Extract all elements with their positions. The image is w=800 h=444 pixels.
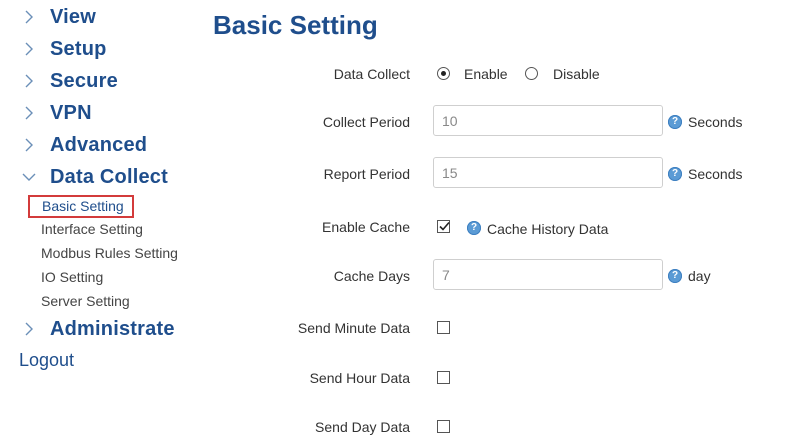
subnav-item-io-setting[interactable]: IO Setting (41, 268, 103, 286)
subnav-item-basic-setting[interactable]: Basic Setting (28, 195, 134, 218)
nav-item-data-collect[interactable]: Data Collect (20, 163, 168, 191)
help-icon[interactable]: ? (467, 221, 481, 235)
chevron-right-icon (20, 40, 38, 58)
cache-days-input[interactable] (433, 259, 663, 290)
nav-item-view[interactable]: View (20, 3, 96, 31)
disable-radio[interactable] (525, 67, 538, 80)
nav-item-administrate[interactable]: Administrate (20, 315, 175, 343)
enable-radio-label: Enable (464, 66, 508, 82)
chevron-right-icon (20, 72, 38, 90)
send-minute-label: Send Minute Data (297, 320, 410, 336)
send-minute-checkbox[interactable] (437, 321, 450, 334)
nav-label: Data Collect (50, 165, 168, 188)
nav-item-vpn[interactable]: VPN (20, 99, 92, 127)
nav-label: Secure (50, 69, 118, 92)
report-period-input[interactable] (433, 157, 663, 188)
report-period-label: Report Period (323, 166, 410, 182)
send-day-checkbox[interactable] (437, 420, 450, 433)
nav-label: Administrate (50, 317, 175, 340)
chevron-down-icon (20, 168, 38, 186)
cache-days-label: Cache Days (333, 268, 410, 284)
nav-item-advanced[interactable]: Advanced (20, 131, 147, 159)
cache-history-label: Cache History Data (487, 221, 609, 237)
collect-period-unit: Seconds (688, 114, 743, 130)
send-hour-checkbox[interactable] (437, 371, 450, 384)
sidebar: View Setup Secure VPN Advanced Data Coll… (0, 0, 200, 444)
data-collect-label: Data Collect (333, 66, 410, 82)
send-day-label: Send Day Data (315, 419, 410, 435)
disable-radio-label: Disable (553, 66, 600, 82)
nav-label: View (50, 5, 97, 28)
chevron-right-icon (20, 136, 38, 154)
collect-period-input[interactable] (433, 105, 663, 136)
send-hour-label: Send Hour Data (309, 370, 410, 386)
logout-link[interactable]: Logout (19, 350, 74, 371)
enable-cache-label: Enable Cache (322, 219, 410, 235)
nav-item-setup[interactable]: Setup (20, 35, 107, 63)
enable-cache-checkbox[interactable] (437, 220, 450, 233)
help-icon[interactable]: ? (668, 115, 682, 129)
page-title: Basic Setting (213, 10, 378, 40)
chevron-right-icon (20, 8, 38, 26)
chevron-right-icon (20, 104, 38, 122)
nav-label: Setup (50, 37, 107, 60)
nav-label: VPN (50, 101, 92, 124)
collect-period-label: Collect Period (322, 114, 410, 130)
nav-label: Advanced (50, 133, 148, 156)
report-period-unit: Seconds (688, 166, 743, 182)
subnav-item-modbus-rules-setting[interactable]: Modbus Rules Setting (41, 244, 178, 262)
help-icon[interactable]: ? (668, 167, 682, 181)
cache-days-unit: day (688, 268, 711, 284)
nav-item-secure[interactable]: Secure (20, 67, 118, 95)
chevron-right-icon (20, 320, 38, 338)
enable-radio[interactable] (437, 67, 450, 80)
help-icon[interactable]: ? (668, 269, 682, 283)
subnav-item-server-setting[interactable]: Server Setting (41, 292, 130, 310)
subnav-item-interface-setting[interactable]: Interface Setting (41, 220, 143, 238)
